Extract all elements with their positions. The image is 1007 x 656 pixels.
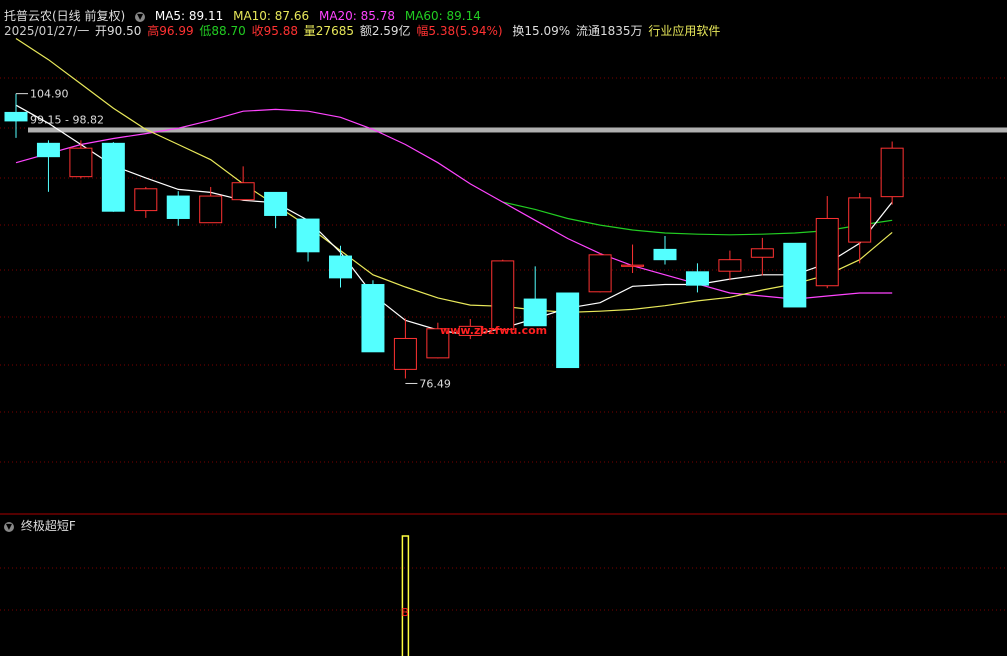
candle [718,250,742,281]
candle-body [783,242,807,308]
candle-body [361,284,385,353]
candle-body [134,188,158,212]
candle [36,140,60,192]
candle-body [199,195,223,224]
price-marks: 104.90 76.49 [16,88,451,390]
candle [653,236,677,265]
candle-body [815,217,839,287]
candle-body [101,142,125,212]
grid-lines [0,77,1007,611]
candle [134,186,158,218]
chevron-down-icon[interactable]: ▼ [4,521,14,532]
low-mark-label: 76.49 [419,377,451,390]
candle-body [523,298,547,327]
candle [588,253,612,293]
candle-body [621,264,645,267]
kline-chart[interactable]: 99.15 - 98.82 104.90 76.49 www.zbzfwu.com… [0,0,1007,656]
range-label: 99.15 - 98.82 [30,113,104,126]
candle-body [69,147,93,178]
candle-body [750,248,774,258]
candle [491,259,515,331]
candle-body [264,191,288,216]
candle [750,237,774,276]
candle [685,263,709,293]
signal-bar [401,535,410,656]
candle-body [588,254,612,293]
candle-body [491,260,515,330]
candle [296,218,320,262]
ma5-line [15,104,893,337]
candle-body [4,111,28,122]
candle-body [329,255,352,279]
range-band: 99.15 - 98.82 [28,113,1007,133]
candle [815,196,839,289]
candle [4,93,28,138]
high-mark-label: 104.90 [30,88,69,101]
candle [523,266,547,327]
indicator-pane: B [401,535,410,656]
candle-body [848,197,872,243]
candle-body [556,292,580,369]
candle-body [718,259,742,272]
candle-body [685,271,709,286]
candle-body [653,248,677,261]
candle [880,141,904,205]
candle-body [231,182,255,201]
indicator-title-row: ▼ 终极超短F [4,517,76,534]
candle [231,166,255,201]
candle [166,191,190,226]
watermark: www.zbzfwu.com [440,324,547,337]
candle-body [36,142,60,158]
signal-label: B [401,606,409,619]
candle [783,242,807,308]
ma-lines [15,37,893,337]
candle-body [166,195,190,219]
candle [329,245,352,288]
candle-body [393,337,417,370]
candle [101,142,125,212]
candle [361,280,385,353]
candle [199,186,223,224]
candle [393,318,417,379]
candle [621,244,645,274]
ma10-line [15,37,893,314]
candle [556,292,580,369]
candle-body [880,147,904,198]
candle [264,191,288,229]
candle [69,140,93,179]
candle-body [296,218,320,253]
indicator-title[interactable]: 终极超短F [21,519,76,533]
